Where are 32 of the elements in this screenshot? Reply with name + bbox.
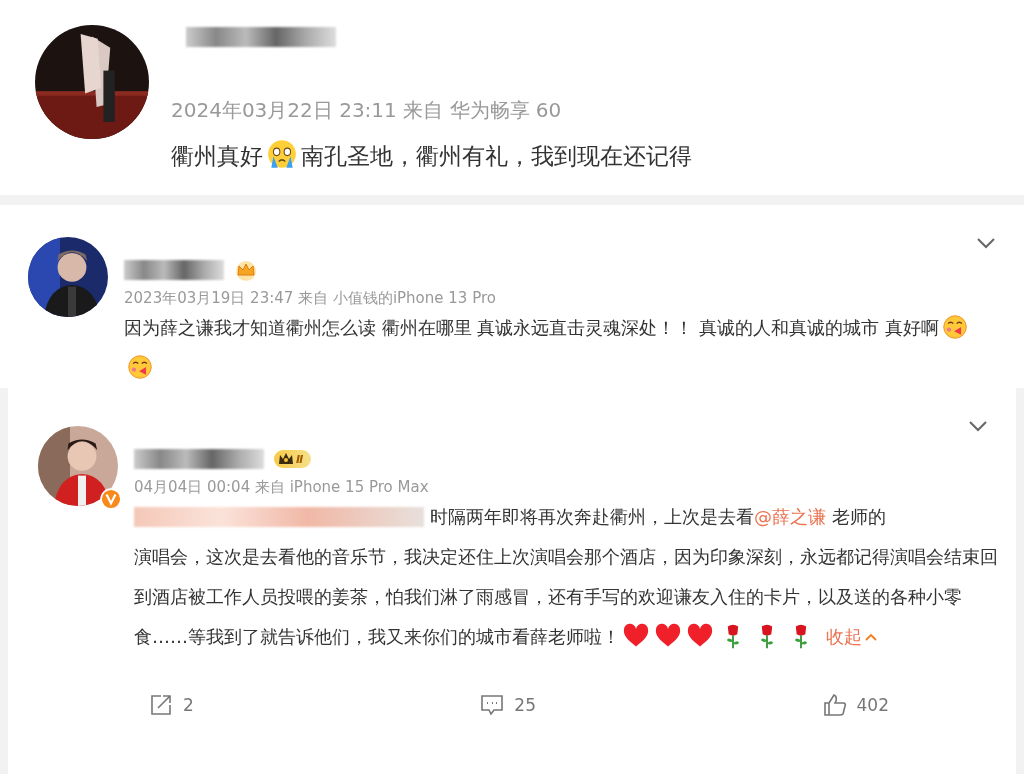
kissing-emoji-icon bbox=[941, 314, 968, 340]
heart-icon bbox=[623, 623, 649, 649]
rose-icon bbox=[792, 623, 810, 649]
crying-emoji-icon bbox=[266, 138, 298, 170]
chevron-down-icon[interactable] bbox=[976, 237, 996, 249]
post-text: 衢州真好 南孔圣地，衢州有礼，我到现在还记得 bbox=[171, 138, 692, 172]
post-meta: 2024年03月22日 23:11 来自 华为畅享 60 bbox=[171, 97, 563, 124]
collapse-link[interactable]: 收起 bbox=[826, 626, 877, 647]
comment-meta: 04月04日 00:04 来自 iPhone 15 Pro Max bbox=[134, 478, 430, 497]
caret-up-icon[interactable] bbox=[865, 633, 877, 641]
heart-icon bbox=[687, 623, 713, 649]
kissing-emoji-icon bbox=[127, 354, 153, 380]
action-count: 402 bbox=[856, 695, 889, 715]
action-count: 25 bbox=[514, 695, 536, 715]
comment-text: 时隔两年即将再次奔赴衢州，上次是去看@薛之谦 老师的 bbox=[430, 505, 886, 529]
share-icon[interactable] bbox=[149, 693, 173, 717]
level-badge: Ⅱ bbox=[274, 450, 312, 468]
blurred-username[interactable] bbox=[186, 27, 336, 47]
action-count: 2 bbox=[183, 695, 194, 715]
blurred-username[interactable] bbox=[124, 260, 224, 280]
comment-icon[interactable] bbox=[480, 693, 505, 717]
mention-link[interactable]: @薛之谦 bbox=[754, 506, 826, 527]
crown-icon bbox=[234, 259, 258, 281]
chevron-down-icon[interactable] bbox=[968, 420, 988, 432]
comment-text: 因为薛之谦我才知道衢州怎么读 衢州在哪里 真诚永远直击灵魂深处！！ 真诚的人和真诚的城市 真好啊 bbox=[124, 308, 994, 388]
heart-icon bbox=[655, 623, 681, 649]
comment-text: 演唱会，这次是去看他的音乐节，我决定还住上次演唱会那个酒店，因为印象深刻，永远都记得演唱会结束回到酒店被工作人员投喂的姜茶，怕我们淋了雨感冒，还有手写的欢迎谦友入住的卡片，以及送的各种小零食……等我到了就告诉他们，我又来你们的城市看薛老师啦！ 收起 bbox=[134, 545, 999, 651]
comment-meta: 2023年03月19日 23:47 来自 小值钱的iPhone 13 Pro bbox=[124, 289, 497, 308]
blurred-username[interactable] bbox=[134, 449, 264, 469]
like-icon[interactable] bbox=[822, 693, 847, 717]
rose-icon bbox=[724, 623, 742, 649]
rose-icon bbox=[758, 623, 776, 649]
